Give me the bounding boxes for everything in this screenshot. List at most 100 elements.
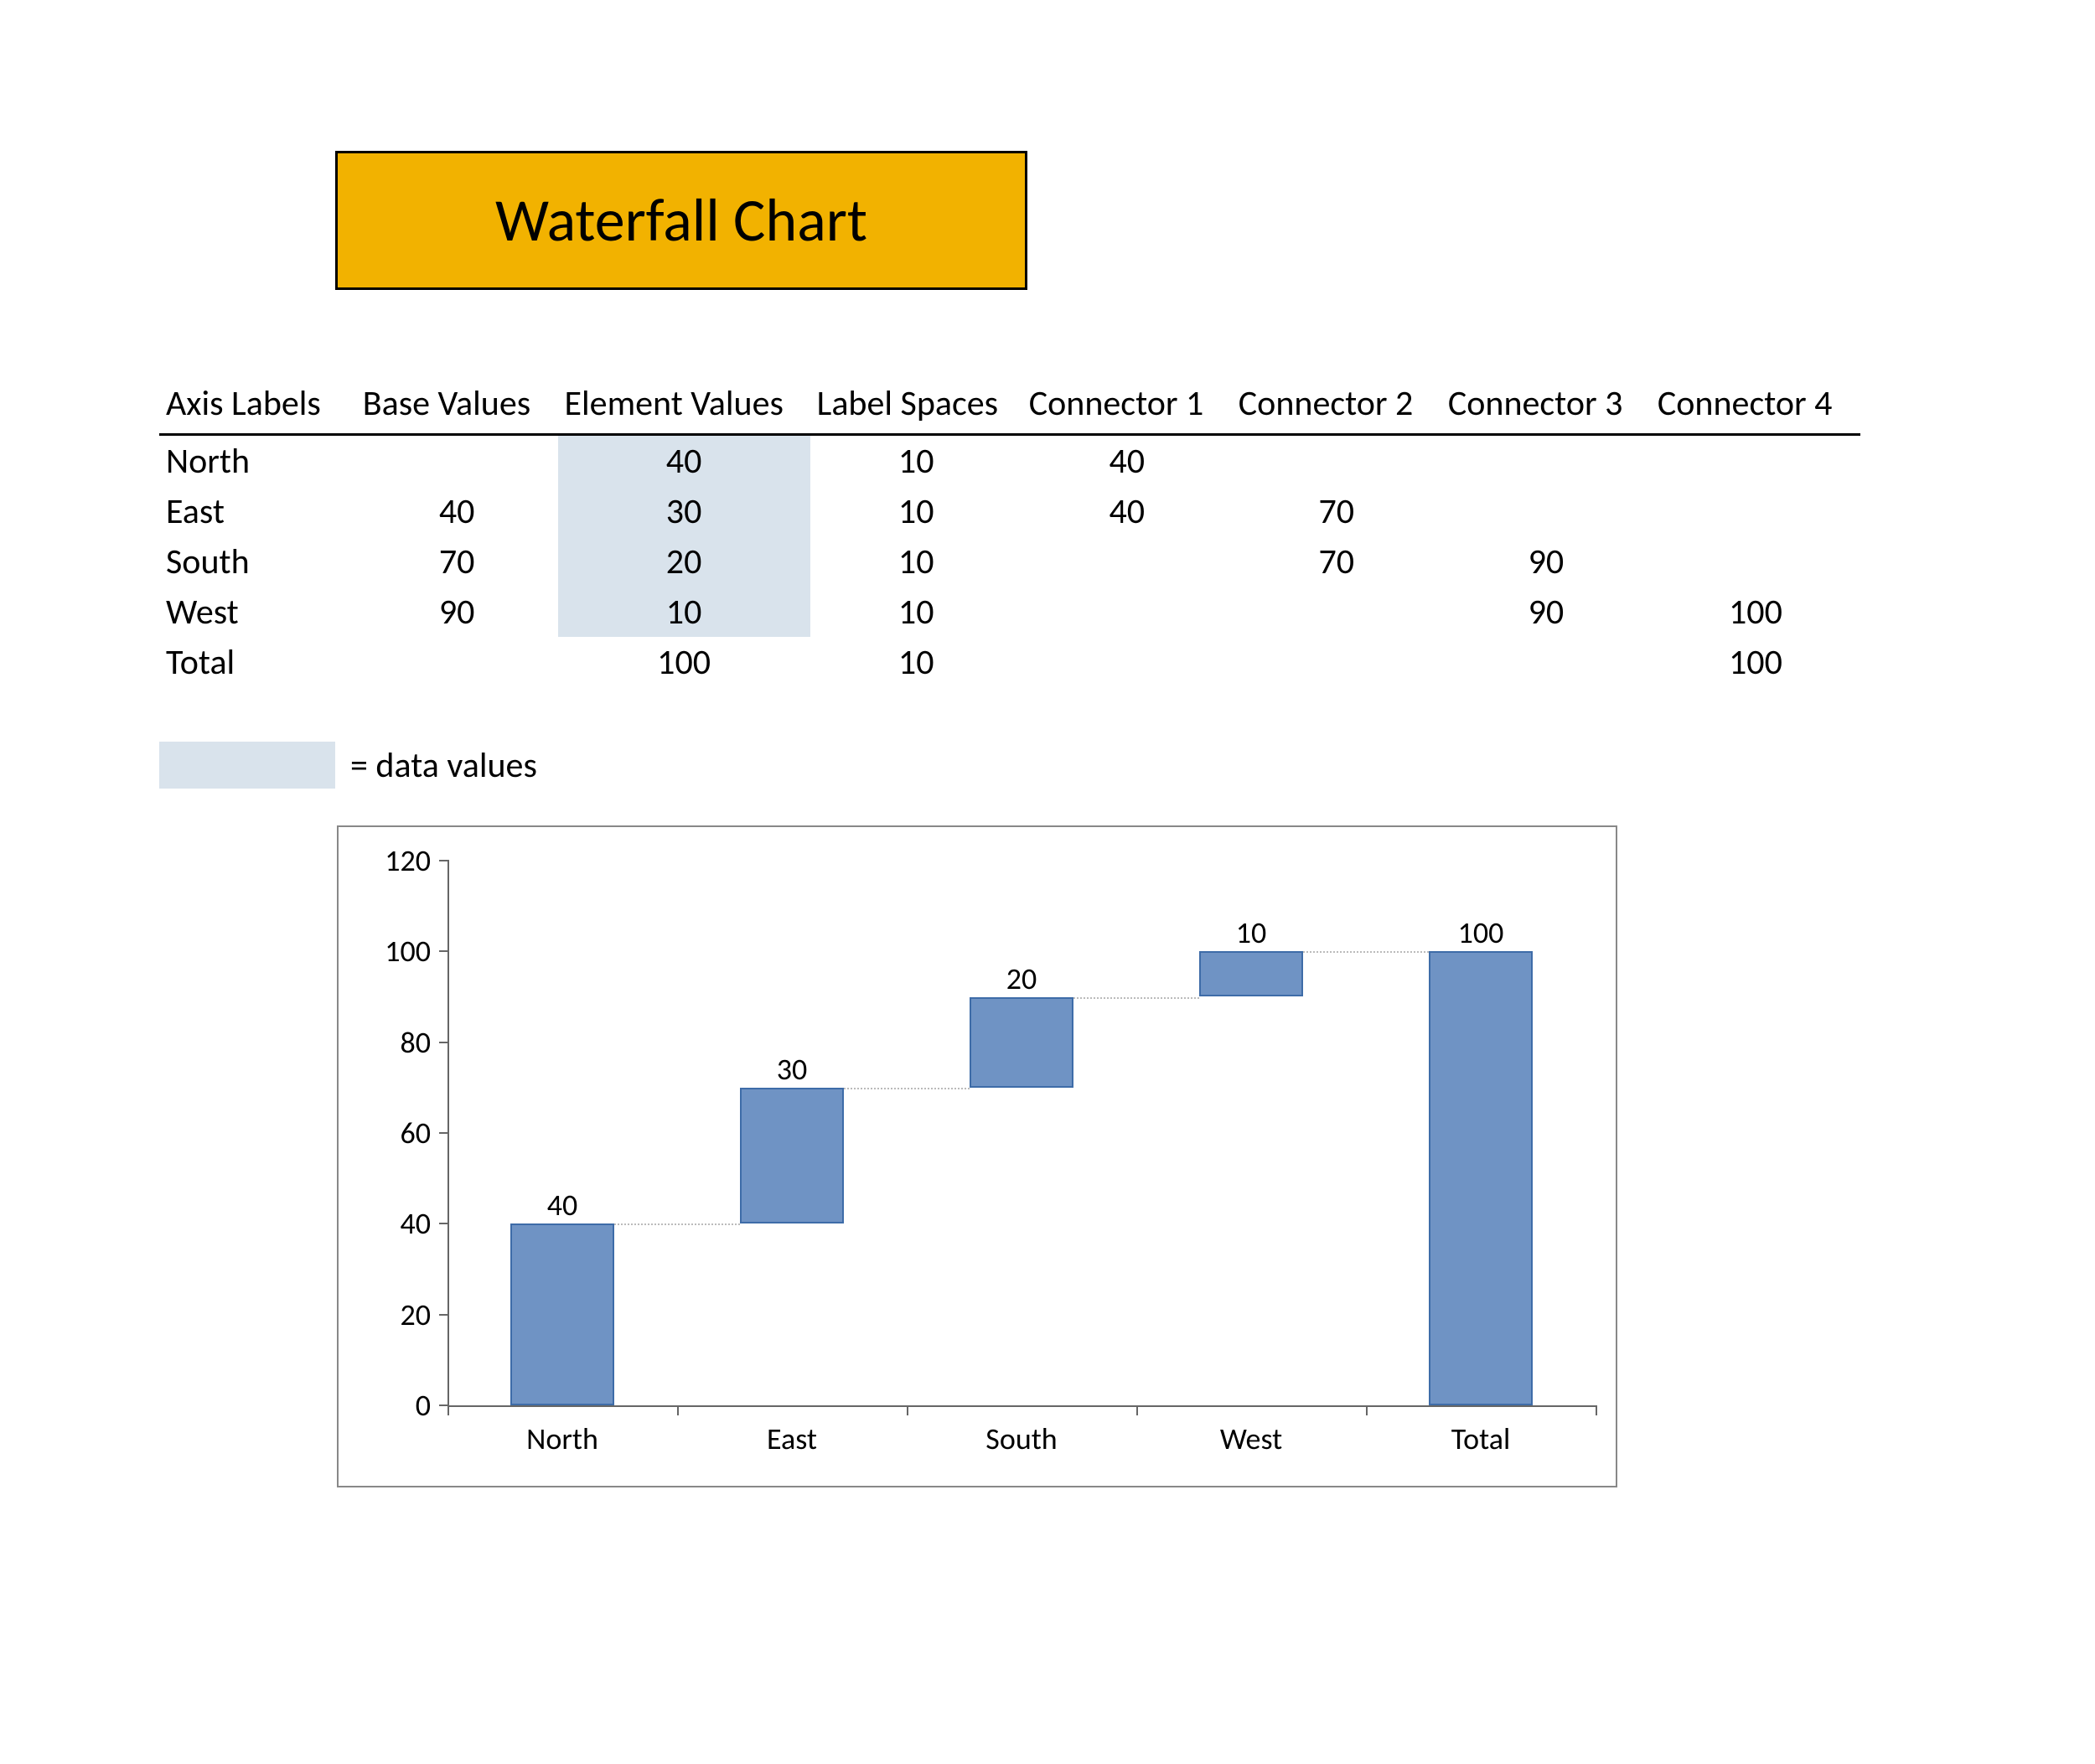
cell-element: 40 [558, 435, 810, 487]
cell-connector-2: 70 [1232, 536, 1441, 587]
connector-line [614, 1223, 741, 1225]
table-row: South 70 20 10 70 90 [159, 536, 1860, 587]
x-category-label: South [985, 1420, 1057, 1457]
cell-label-space: 10 [810, 486, 1022, 536]
y-tick-label: 120 [364, 842, 431, 879]
x-tick [1596, 1405, 1597, 1415]
connector-line [844, 1088, 970, 1089]
col-header-label-spaces: Label Spaces [810, 377, 1022, 435]
connector-line [1073, 997, 1200, 999]
waterfall-bar [510, 1223, 613, 1405]
cell-element: 30 [558, 486, 810, 536]
waterfall-bar [740, 1088, 843, 1224]
table-header-row: Axis Labels Base Values Element Values L… [159, 377, 1860, 435]
col-header-element-values: Element Values [558, 377, 810, 435]
y-tick-label: 60 [364, 1115, 431, 1151]
cell-connector-3: 90 [1441, 536, 1651, 587]
cell-element: 20 [558, 536, 810, 587]
cell-axis: West [159, 587, 356, 637]
data-table: Axis Labels Base Values Element Values L… [159, 377, 1860, 687]
y-tick [439, 1132, 449, 1134]
cell-connector-4: 100 [1651, 587, 1860, 637]
chart-title: Waterfall Chart [495, 184, 867, 257]
cell-connector-4 [1651, 435, 1860, 487]
y-tick-label: 100 [364, 933, 431, 970]
cell-base: 70 [356, 536, 558, 587]
y-tick-label: 80 [364, 1024, 431, 1061]
x-axis [447, 1405, 1596, 1407]
cell-connector-1: 40 [1022, 435, 1232, 487]
col-header-connector-1: Connector 1 [1022, 377, 1232, 435]
cell-connector-3 [1441, 486, 1651, 536]
cell-axis: Total [159, 637, 356, 687]
legend-text: = data values [350, 744, 537, 787]
table-row: North 40 10 40 [159, 435, 1860, 487]
bar-data-label: 40 [547, 1187, 578, 1223]
cell-connector-1 [1022, 587, 1232, 637]
cell-connector-2 [1232, 587, 1441, 637]
connector-line [1303, 951, 1430, 953]
waterfall-bar [970, 997, 1073, 1088]
cell-base [356, 637, 558, 687]
bar-data-label: 100 [1458, 914, 1504, 951]
cell-label-space: 10 [810, 637, 1022, 687]
col-header-base-values: Base Values [356, 377, 558, 435]
table-row: West 90 10 10 90 100 [159, 587, 1860, 637]
cell-connector-3 [1441, 435, 1651, 487]
cell-connector-3 [1441, 637, 1651, 687]
cell-base: 40 [356, 486, 558, 536]
cell-connector-2 [1232, 637, 1441, 687]
waterfall-bar [1199, 951, 1302, 996]
cell-element: 10 [558, 587, 810, 637]
y-tick [439, 1314, 449, 1316]
cell-connector-2 [1232, 435, 1441, 487]
chart-title-box: Waterfall Chart [335, 151, 1027, 290]
legend: = data values [159, 742, 537, 789]
waterfall-bar [1429, 951, 1532, 1405]
cell-base: 90 [356, 587, 558, 637]
cell-element: 100 [558, 637, 810, 687]
x-category-label: West [1220, 1420, 1282, 1457]
col-header-connector-4: Connector 4 [1651, 377, 1860, 435]
x-category-label: East [767, 1420, 817, 1457]
x-tick [447, 1405, 449, 1415]
x-tick [1366, 1405, 1368, 1415]
y-tick [439, 1042, 449, 1043]
cell-axis: East [159, 486, 356, 536]
x-tick [1136, 1405, 1138, 1415]
cell-label-space: 10 [810, 587, 1022, 637]
cell-connector-3: 90 [1441, 587, 1651, 637]
cell-label-space: 10 [810, 435, 1022, 487]
bar-data-label: 30 [777, 1051, 808, 1088]
x-category-label: North [526, 1420, 598, 1457]
cell-label-space: 10 [810, 536, 1022, 587]
col-header-axis-labels: Axis Labels [159, 377, 356, 435]
table-row: Total 100 10 100 [159, 637, 1860, 687]
cell-axis: South [159, 536, 356, 587]
cell-connector-2: 70 [1232, 486, 1441, 536]
table-row: East 40 30 10 40 70 [159, 486, 1860, 536]
cell-base [356, 435, 558, 487]
cell-connector-1: 40 [1022, 486, 1232, 536]
legend-swatch [159, 742, 335, 789]
col-header-connector-3: Connector 3 [1441, 377, 1651, 435]
cell-axis: North [159, 435, 356, 487]
table-body: North 40 10 40 East 40 30 10 40 70 [159, 435, 1860, 688]
y-tick-label: 20 [364, 1296, 431, 1333]
col-header-connector-2: Connector 2 [1232, 377, 1441, 435]
x-tick [907, 1405, 908, 1415]
bar-data-label: 20 [1006, 960, 1037, 997]
cell-connector-1 [1022, 637, 1232, 687]
bar-data-label: 10 [1236, 914, 1267, 951]
cell-connector-4 [1651, 486, 1860, 536]
waterfall-chart: 02040608010012040North30East20South10Wes… [337, 825, 1617, 1487]
y-tick-label: 40 [364, 1205, 431, 1242]
y-tick [439, 860, 449, 861]
cell-connector-4: 100 [1651, 637, 1860, 687]
x-tick [677, 1405, 679, 1415]
y-tick [439, 950, 449, 952]
cell-connector-1 [1022, 536, 1232, 587]
x-category-label: Total [1451, 1420, 1510, 1457]
cell-connector-4 [1651, 536, 1860, 587]
y-tick [439, 1223, 449, 1224]
